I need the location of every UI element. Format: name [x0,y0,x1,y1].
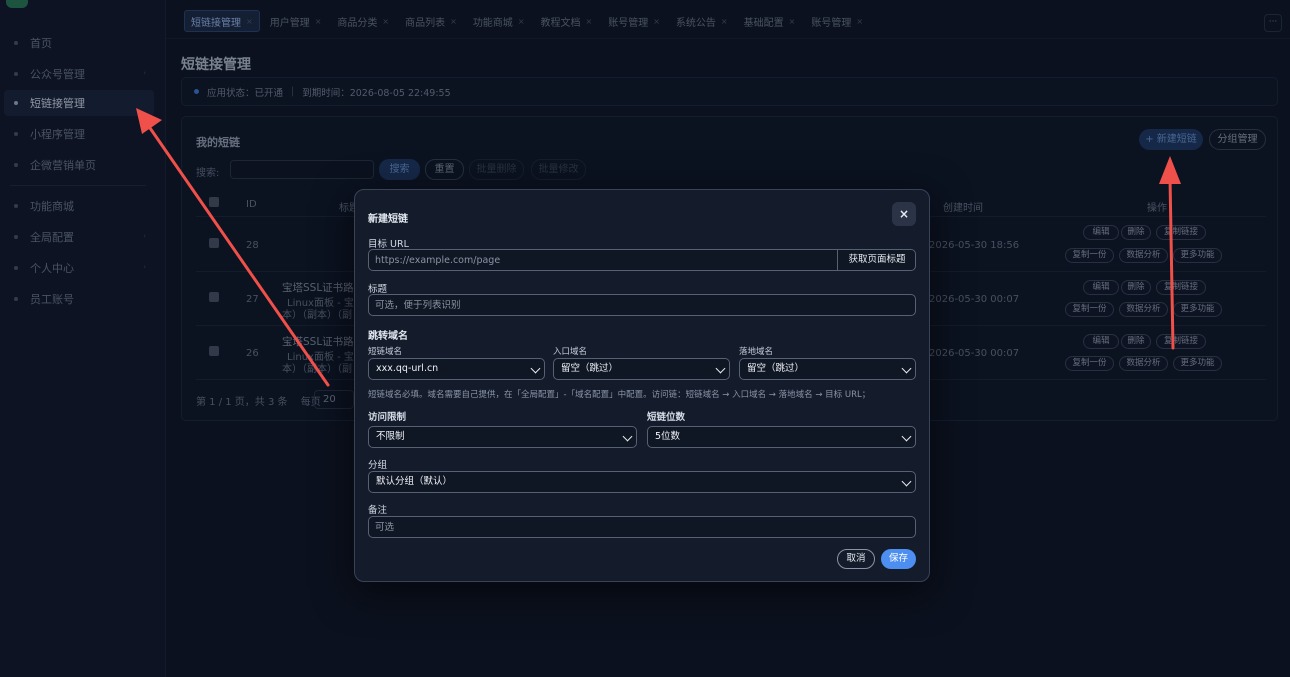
chevron-down-icon [622,431,633,442]
chevron-down-icon [901,476,912,487]
chevron-down-icon [715,363,726,374]
remark-label: 备注 [368,505,388,516]
redirect-domain-section: 跳转域名 [368,331,408,342]
remark-input[interactable] [368,516,916,538]
chevron-down-icon [530,363,541,374]
entry-domain-value: 留空（跳过） [561,363,619,374]
code-length-value: 5位数 [655,431,681,442]
short-domain-label: 短链域名 [368,347,403,357]
code-length-label: 短链位数 [647,412,686,423]
close-icon[interactable]: × [892,202,916,226]
target-url-input[interactable] [368,249,916,271]
landing-domain-label: 落地域名 [739,347,774,357]
access-limit-select[interactable]: 不限制 [368,426,637,448]
short-domain-select[interactable]: xxx.qq-url.cn [368,358,545,380]
fetch-page-title-button[interactable]: 获取页面标题 [837,249,916,271]
dialog-title: 新建短链 [368,214,408,225]
short-domain-value: xxx.qq-url.cn [376,363,439,374]
entry-domain-label: 入口域名 [553,347,588,357]
entry-domain-select[interactable]: 留空（跳过） [553,358,730,380]
group-select[interactable]: 默认分组（默认） [368,471,916,493]
landing-domain-value: 留空（跳过） [747,363,805,374]
cancel-button[interactable]: 取消 [837,549,875,569]
new-short-link-dialog: 新建短链 × 目标 URL 获取页面标题 标题 跳转域名 短链域名 xxx.qq… [354,189,930,582]
domain-hint-text: 短链域名必填。域名需要自己提供，在「全局配置」-「域名配置」中配置。访问链：短链… [368,390,871,400]
chevron-down-icon [901,363,912,374]
save-button[interactable]: 保存 [881,549,916,569]
chevron-down-icon [901,431,912,442]
landing-domain-select[interactable]: 留空（跳过） [739,358,916,380]
title-label: 标题 [368,284,388,295]
group-label: 分组 [368,460,388,471]
access-limit-label: 访问限制 [368,412,407,423]
target-url-label: 目标 URL [368,239,409,250]
group-value: 默认分组（默认） [376,476,453,487]
code-length-select[interactable]: 5位数 [647,426,916,448]
access-limit-value: 不限制 [376,431,405,442]
title-input[interactable] [368,294,916,316]
